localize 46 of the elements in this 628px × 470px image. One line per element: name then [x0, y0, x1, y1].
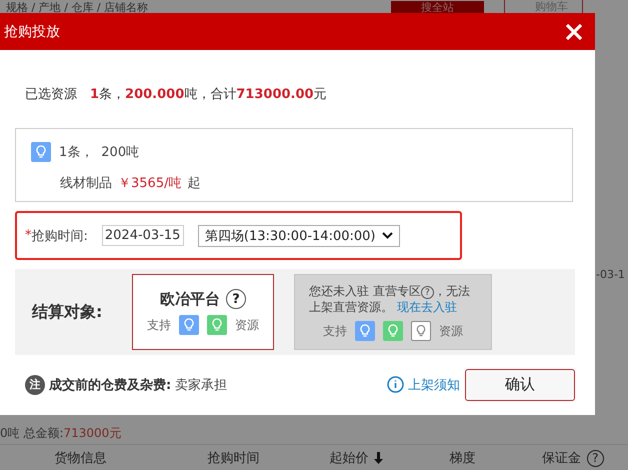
lightbulb-icon — [383, 321, 403, 342]
close-icon[interactable] — [565, 22, 583, 40]
column-header[interactable]: 货物信息 — [0, 449, 162, 467]
column-header[interactable]: 抢购时间 — [161, 449, 306, 467]
confirm-button[interactable]: 确认 — [465, 368, 575, 400]
settlement-label: 结算对象: — [32, 302, 104, 322]
resource-weight: 200吨 — [101, 144, 140, 161]
note-value: 卖家承担 — [175, 376, 228, 394]
session-select[interactable]: 第四场(13:30:00-14:00:00) — [198, 224, 400, 246]
note-badge: 注 — [25, 374, 45, 394]
dialog-title: 抢购投放 — [4, 22, 60, 40]
resource-count: 1条， — [59, 144, 94, 161]
chevron-down-icon — [382, 232, 392, 239]
support-label: 支持 — [323, 322, 347, 340]
note-label: 成交前的仓费及杂费: — [49, 376, 172, 394]
sort-down-icon — [374, 452, 384, 464]
price-suffix: 起 — [187, 175, 200, 192]
product-price: ￥3565/吨 — [118, 175, 182, 192]
lightbulb-icon — [31, 142, 51, 162]
column-header[interactable]: 梯度 — [407, 449, 518, 467]
total-value: 713000元 — [64, 424, 122, 442]
column-header[interactable]: 起始价 — [306, 449, 408, 467]
selection-summary: 已选资源 1条，200.000吨，合计713000.00元 — [25, 86, 328, 104]
settlement-option[interactable]: 欧冶平台 ? 支持 资源 — [132, 274, 274, 350]
resource-label: 资源 — [235, 316, 259, 334]
date-field[interactable]: 2024-03-15 — [102, 225, 184, 246]
lightbulb-icon — [411, 321, 431, 342]
resource-label: 资源 — [439, 322, 463, 340]
table-cell: -03-1 — [596, 268, 625, 281]
support-label: 支持 — [147, 316, 171, 334]
notice-text: 您还未入驻 直营专区 ? ，无法上架直营资源。 现在去入驻 — [309, 282, 471, 316]
time-label: 抢购时间: — [32, 228, 88, 244]
search-button[interactable]: 搜全站 — [391, 0, 484, 14]
required-mark: * — [25, 228, 32, 243]
product-name: 线材制品 — [60, 175, 112, 192]
search-field[interactable]: 规格 / 产地 / 仓库 / 店铺名称 — [6, 0, 346, 14]
platform-name: 欧冶平台 — [160, 290, 220, 308]
guide-link[interactable]: 上架须知 — [387, 376, 460, 394]
column-header[interactable]: 保证金 ? — [518, 449, 628, 467]
total-label: 0吨 总金额: — [0, 424, 64, 442]
lightbulb-icon — [179, 315, 199, 335]
help-icon[interactable]: ? — [586, 450, 604, 466]
lightbulb-icon — [355, 321, 375, 342]
info-icon — [387, 376, 404, 393]
lightbulb-icon — [207, 315, 227, 335]
help-icon[interactable]: ? — [226, 289, 246, 309]
